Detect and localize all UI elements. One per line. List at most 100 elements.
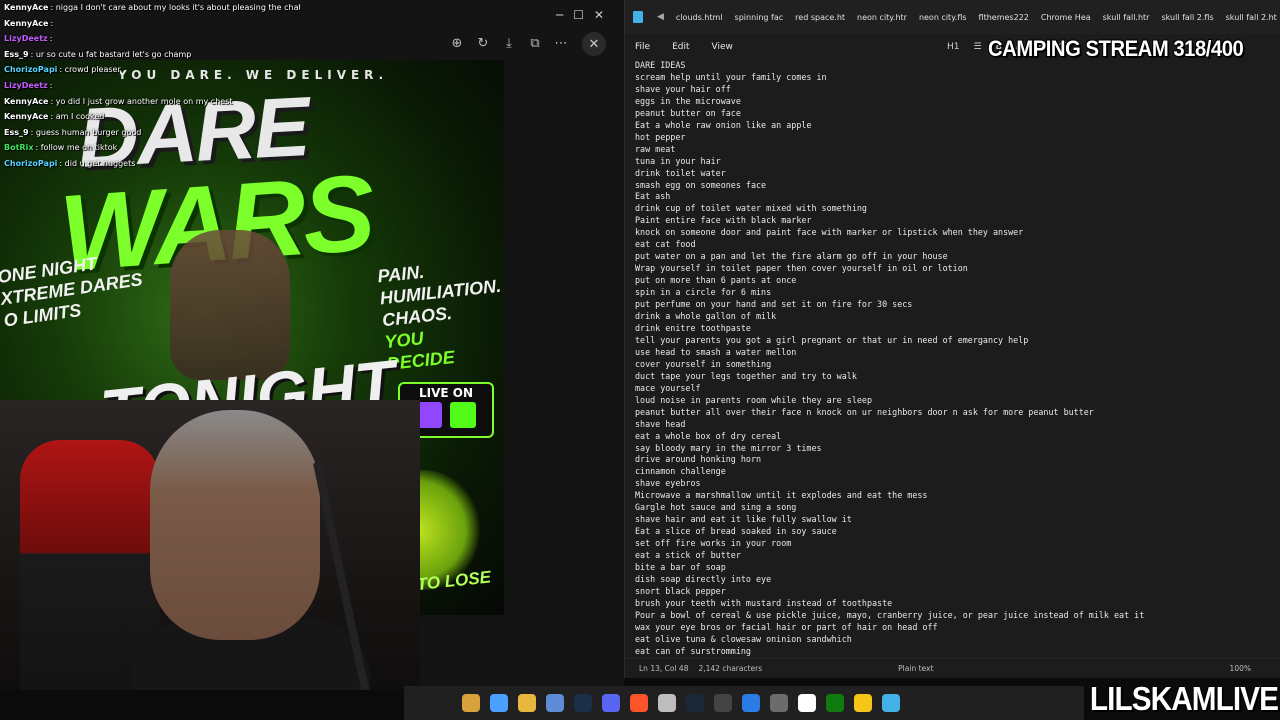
channel-brand: LILSKAMLIVE [1089,680,1279,717]
text-line: Paint entire face with black marker [635,215,812,226]
text-line: use head to smash a water mellon [635,346,797,357]
text-line: brush your teeth with mustard instead of… [635,597,893,608]
brave-icon[interactable] [630,694,648,712]
live-on-label: LIVE ON [418,386,474,400]
chat-text: yo did I just grow another mole on my ch… [55,96,233,106]
expand-icon[interactable]: ⧉ [524,32,546,54]
heading-dropdown[interactable]: H1 [947,42,960,52]
file-explorer-icon[interactable] [518,694,536,712]
text-line: hot pepper [635,131,686,142]
notepad-tab[interactable]: skull fall 2.fls [1155,13,1219,22]
text-line: peanut butter all over their face n knoc… [635,406,1094,417]
list-icon[interactable]: ☰ [974,42,982,52]
webcam-feed [0,400,420,690]
window-close-button[interactable]: ✕ [594,8,604,22]
xbox-icon[interactable] [826,694,844,712]
notepad-tab[interactable]: Chrome Hea [1035,13,1097,22]
chat-text: crowd pleaser [64,65,121,75]
image-viewer: ─ ☐ ✕ ⊕ ↻ ⤓ ⧉ ⋯ ✕ YOU DARE. WE DELIVER. … [0,0,624,690]
app2-icon[interactable] [770,694,788,712]
text-line: loud noise in parents room while they ar… [635,394,872,405]
notepad-tab[interactable]: flthemes222 [973,13,1035,22]
chat-message: BotRix: follow me on tiktok [0,140,300,156]
text-line: Eat a slice of bread soaked in soy sauce [635,526,837,537]
viewer-toolbar: ⊕ ↻ ⤓ ⧉ ⋯ [446,30,572,56]
notepad-tab[interactable]: neon city.htr [851,13,913,22]
poster-side-left: ONE NIGHT XTREME DARES O LIMITS [0,246,147,331]
text-line: say bloody mary in the mirror 3 times [635,442,822,453]
steam-icon[interactable] [686,694,704,712]
notepad-tab[interactable]: skull fall.htr [1097,13,1156,22]
text-line: eat a stick of butter [635,550,741,561]
notepad-tab[interactable]: clouds.html [670,13,729,22]
settings-icon[interactable] [658,694,676,712]
chat-separator: : [49,34,53,44]
camping-stream-counter: CAMPING STREAM 318/400 [988,36,1244,61]
chat-username[interactable]: Ess_9 [4,50,29,59]
chat-username[interactable]: LizyDeetz [4,34,48,43]
chat-username[interactable]: KennyAce [4,112,48,121]
calculator-icon[interactable] [546,694,564,712]
text-line: Gargle hot sauce and sing a song [635,502,797,513]
chat-text: am I cooked [55,112,105,122]
text-line: Eat ash [635,191,671,202]
notepad-tab[interactable]: skull fall 2.ht [1220,13,1280,22]
poster-side-right: PAIN. HUMILIATION. CHAOS. YOU DECIDE [377,255,502,375]
rotate-icon[interactable]: ↻ [472,32,494,54]
chat-username[interactable]: KennyAce [4,97,48,106]
text-line: peanut butter on face [635,107,741,118]
chat-text: follow me on tiktok [40,143,118,153]
menu-file[interactable]: File [635,42,650,52]
notepad-tab[interactable]: spinning fac [729,13,790,22]
text-line: smash egg on someones face [635,179,767,190]
more-icon[interactable]: ⋯ [550,32,572,54]
chat-username[interactable]: KennyAce [4,19,48,28]
chat-message: LizyDeetz: [0,78,300,94]
text-format[interactable]: Plain text [898,664,933,673]
chat-username[interactable]: KennyAce [4,3,48,12]
app-icon[interactable] [714,694,732,712]
text-editor[interactable]: DARE IDEAS scream help until your family … [625,60,1280,658]
streamer [150,410,320,640]
copilot-icon[interactable] [490,694,508,712]
text-line: eat olive tuna & clowesaw oninion sandwh… [635,633,852,644]
tab-scroll-left-icon[interactable]: ◀ [657,12,664,22]
text-line: raw meat [635,143,676,154]
notepad-tab-bar: ◀ clouds.html spinning fac red space.ht neo… [625,0,1280,34]
chat-username[interactable]: BotRix [4,143,33,152]
vpn-icon[interactable] [742,694,760,712]
kick-icon [450,402,476,428]
app3-icon[interactable] [854,694,872,712]
viewer-close-button[interactable]: ✕ [582,32,606,56]
chat-username[interactable]: LizyDeetz [4,81,48,90]
notepad-tab[interactable]: red space.ht [789,13,851,22]
menu-edit[interactable]: Edit [672,42,689,52]
notepad-icon[interactable] [882,694,900,712]
chat-username[interactable]: Ess_9 [4,128,29,137]
text-line: Microwave a marshmallow until it explode… [635,490,928,501]
text-line: drive around honking horn [635,454,762,465]
text-line: shave hair and eat it like fully swallow… [635,514,852,525]
chat-separator: : [49,80,53,90]
folder-icon[interactable] [462,694,480,712]
maximize-button[interactable]: ☐ [573,8,584,22]
download-icon[interactable]: ⤓ [498,32,520,54]
chat-message: Ess_9: guess human burger good [0,125,300,141]
chat-overlay: KennyAce: nigga I don't care about my lo… [0,0,300,170]
status-bar: Ln 13, Col 48 2,142 characters Plain tex… [625,658,1280,678]
zoom-in-icon[interactable]: ⊕ [446,32,468,54]
photoshop-icon[interactable] [574,694,592,712]
chat-username[interactable]: ChorizoPapi [4,159,57,168]
notepad-tab[interactable]: neon city.fls [913,13,973,22]
text-line: drink toilet water [635,167,726,178]
chat-message: Ess_9: ur so cute u fat bastard let's go… [0,47,300,63]
text-line: tell your parents you got a girl pregnan… [635,334,1029,345]
text-line: eat cat food [635,239,696,250]
minimize-button[interactable]: ─ [556,8,563,22]
chat-text: nigga I don't care about my looks it's a… [55,3,300,12]
chat-username[interactable]: ChorizoPapi [4,65,57,74]
discord-icon[interactable] [602,694,620,712]
capcut-icon[interactable] [798,694,816,712]
menu-view[interactable]: View [712,42,733,52]
zoom-level[interactable]: 100% [1230,664,1251,673]
